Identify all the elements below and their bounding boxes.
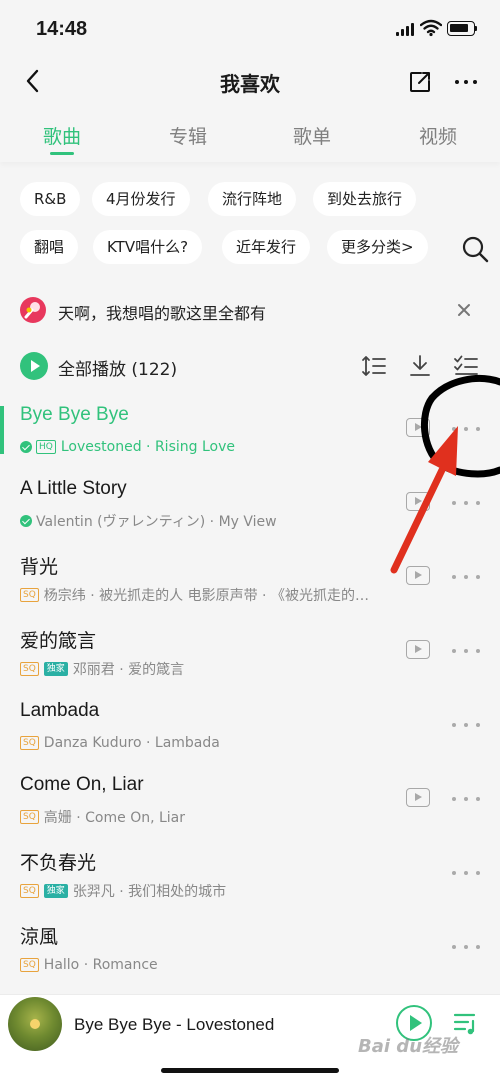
mv-icon[interactable] <box>406 492 430 511</box>
song-row[interactable]: Lambada SQ Danza Kuduro · Lambada <box>0 696 500 770</box>
exclusive-badge: 独家 <box>43 662 68 676</box>
song-meta: SQ Hallo · Romance <box>20 955 402 975</box>
tab-videos[interactable]: 视频 <box>398 122 478 149</box>
download-icon[interactable] <box>406 352 434 380</box>
banner-text: 天啊，我想唱的歌这里全都有 <box>58 304 267 323</box>
play-all-row: 全部播放 (122) <box>0 342 500 390</box>
play-all-label[interactable]: 全部播放 (122) <box>58 355 177 380</box>
song-meta: SQ 高姗 · Come On, Liar <box>20 807 402 827</box>
song-title: Bye Bye Bye <box>20 404 129 425</box>
song-meta: SQ 杨宗纬 · 被光抓走的人 电影原声带 · 《被光抓走的… <box>20 585 402 605</box>
tab-bar: 歌曲 专辑 歌单 视频 <box>0 108 500 162</box>
song-more-button[interactable] <box>452 720 480 730</box>
song-title: A Little Story <box>20 478 127 499</box>
song-meta: SQ 独家 邓丽君 · 爱的箴言 <box>20 659 402 679</box>
active-tab-indicator <box>50 152 74 155</box>
chip-recent[interactable]: 近年发行 <box>222 230 311 264</box>
tab-albums[interactable]: 专辑 <box>148 122 228 149</box>
battery-icon <box>447 21 477 36</box>
chip-travel[interactable]: 到处去旅行 <box>313 182 417 216</box>
promo-banner[interactable]: 天啊，我想唱的歌这里全都有 <box>0 288 500 332</box>
song-artist-album: 张羿凡 · 我们相处的城市 <box>72 884 227 900</box>
quality-badge: SQ <box>20 958 39 972</box>
quality-badge: SQ <box>20 662 39 676</box>
song-row[interactable]: 背光 SQ 杨宗纬 · 被光抓走的人 电影原声带 · 《被光抓走的… <box>0 548 500 622</box>
quality-badge: SQ <box>20 588 39 602</box>
song-row[interactable]: Come On, Liar SQ 高姗 · Come On, Liar <box>0 770 500 844</box>
chip-april-release[interactable]: 4月份发行 <box>92 182 190 216</box>
downloaded-check-icon <box>20 515 32 527</box>
song-title: 背光 <box>20 557 59 578</box>
multi-select-icon[interactable] <box>452 352 480 380</box>
now-playing-indicator <box>0 406 4 454</box>
quality-badge: SQ <box>20 736 39 750</box>
mv-icon[interactable] <box>406 640 430 659</box>
share-button[interactable] <box>404 66 436 98</box>
song-title: Lambada <box>20 700 100 721</box>
song-artist-album: 杨宗纬 · 被光抓走的人 电影原声带 · 《被光抓走的… <box>43 588 369 604</box>
mv-icon[interactable] <box>406 788 430 807</box>
share-icon <box>410 72 430 92</box>
song-meta: SQ Danza Kuduro · Lambada <box>20 733 402 753</box>
downloaded-check-icon <box>20 441 32 453</box>
song-row[interactable]: 不负春光 SQ 独家 张羿凡 · 我们相处的城市 <box>0 844 500 918</box>
exclusive-badge: 独家 <box>43 884 68 898</box>
song-row[interactable]: 爱的箴言 SQ 独家 邓丽君 · 爱的箴言 <box>0 622 500 696</box>
quality-badge: SQ <box>20 810 39 824</box>
play-icon[interactable] <box>20 352 48 380</box>
song-meta: HQ Lovestoned · Rising Love <box>20 437 402 457</box>
song-artist-album: Lovestoned · Rising Love <box>60 439 235 455</box>
status-time: 14:48 <box>36 18 88 40</box>
sort-icon[interactable] <box>360 352 388 380</box>
song-row[interactable]: A Little Story Valentin (ヴァレンティン) · My V… <box>0 474 500 548</box>
mv-icon[interactable] <box>406 566 430 585</box>
song-meta: Valentin (ヴァレンティン) · My View <box>20 511 402 531</box>
watermark: Bai du经验 <box>358 1036 459 1057</box>
category-chips: R&B 4月份发行 流行阵地 到处去旅行 翻唱 KTV唱什么? 近年发行 更多分… <box>0 170 500 275</box>
song-title: 不负春光 <box>20 853 97 874</box>
song-title: Come On, Liar <box>20 774 144 795</box>
song-artist-album: 邓丽君 · 爱的箴言 <box>72 662 185 678</box>
quality-badge: SQ <box>20 884 39 898</box>
tab-playlists[interactable]: 歌单 <box>272 122 352 149</box>
chip-pop[interactable]: 流行阵地 <box>208 182 297 216</box>
search-icon[interactable] <box>460 234 490 264</box>
banner-close-button[interactable] <box>452 298 476 322</box>
song-artist-album: 高姗 · Come On, Liar <box>43 810 186 826</box>
song-title: 涼風 <box>20 927 59 948</box>
close-icon <box>458 304 470 316</box>
more-button[interactable] <box>448 66 484 98</box>
signal-icon <box>396 22 416 36</box>
song-row[interactable]: Bye Bye Bye HQ Lovestoned · Rising Love <box>0 400 500 474</box>
nav-bar: 我喜欢 <box>0 58 500 106</box>
song-more-button[interactable] <box>452 646 480 656</box>
quality-badge: HQ <box>36 440 56 454</box>
song-title: 爱的箴言 <box>20 631 97 652</box>
song-more-button[interactable] <box>452 794 480 804</box>
song-artist-album: Valentin (ヴァレンティン) · My View <box>36 514 277 530</box>
song-more-button[interactable] <box>452 498 480 508</box>
wifi-icon <box>420 19 442 37</box>
song-artist-album: Hallo · Romance <box>43 957 158 973</box>
song-more-button[interactable] <box>452 942 480 952</box>
now-playing-title: Bye Bye Bye - Lovestoned <box>74 1015 275 1034</box>
microphone-icon <box>20 297 46 323</box>
chip-ktv[interactable]: KTV唱什么? <box>93 230 203 264</box>
song-artist-album: Danza Kuduro · Lambada <box>43 735 220 751</box>
song-meta: SQ 独家 张羿凡 · 我们相处的城市 <box>20 881 402 901</box>
album-cover[interactable] <box>8 997 62 1051</box>
chip-more-categories[interactable]: 更多分类> <box>327 230 428 264</box>
status-bar: 14:48 <box>0 0 500 58</box>
song-more-button[interactable] <box>452 868 480 878</box>
song-more-button[interactable] <box>452 572 480 582</box>
mv-icon[interactable] <box>406 418 430 437</box>
song-row[interactable]: 涼風 SQ Hallo · Romance <box>0 918 500 992</box>
tab-songs[interactable]: 歌曲 <box>22 122 102 149</box>
song-more-button[interactable] <box>452 424 480 434</box>
chip-cover[interactable]: 翻唱 <box>20 230 79 264</box>
chip-rnb[interactable]: R&B <box>20 182 81 216</box>
home-indicator[interactable] <box>161 1068 339 1073</box>
